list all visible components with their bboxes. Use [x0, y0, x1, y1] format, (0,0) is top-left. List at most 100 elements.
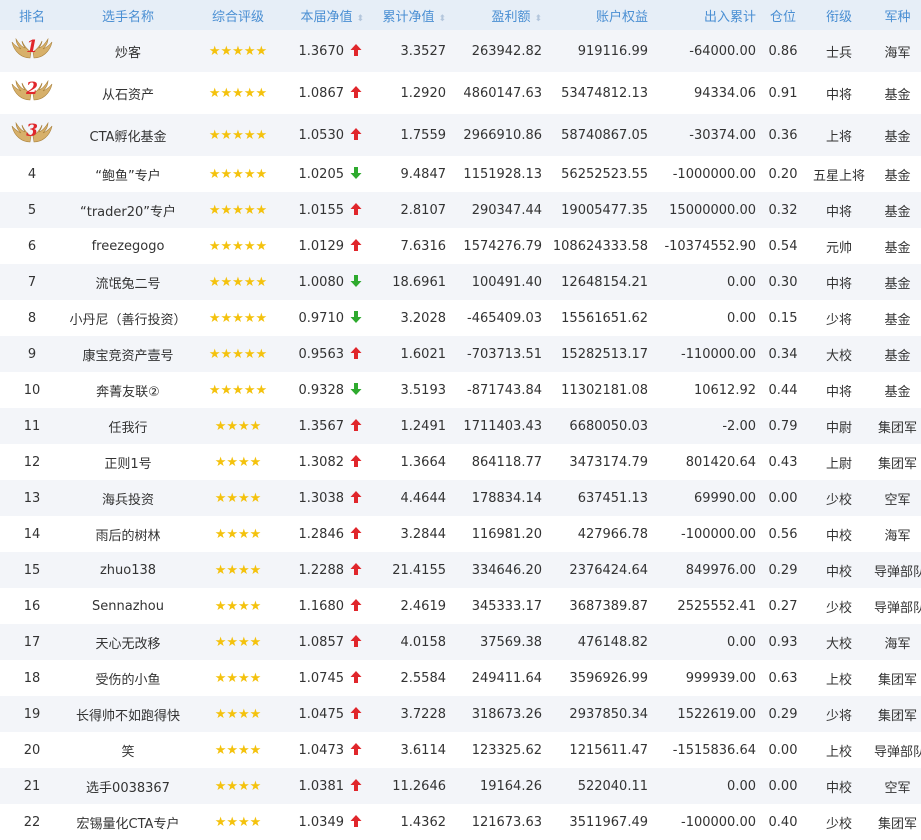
down-arrow-icon — [350, 274, 362, 287]
current-nav-value: 1.1680 — [298, 598, 345, 614]
star-rating-icon: ★★★★★ — [208, 310, 268, 326]
profit-cell: 290347.44 — [471, 202, 542, 218]
player-name[interactable]: 奔菁友联② — [64, 372, 192, 408]
player-name[interactable]: 流氓兔二号 — [64, 264, 192, 300]
current-nav-cell: 1.2846 — [284, 516, 370, 552]
title-cell: 少校 — [825, 816, 852, 832]
table-row[interactable]: 19 长得帅不如跑得快 ★★★★ 1.0475 3.7228 318673.26 29378… — [0, 696, 921, 732]
rank-number: 14 — [23, 526, 41, 542]
cumulative-nav-cell: 9.4847 — [400, 166, 447, 182]
player-name[interactable]: “trader20”专户 — [64, 192, 192, 228]
cumulative-nav-cell: 2.5584 — [400, 670, 447, 686]
player-name[interactable]: 天心无改移 — [64, 624, 192, 660]
player-name[interactable]: 雨后的树林 — [64, 516, 192, 552]
player-name[interactable]: 任我行 — [64, 408, 192, 444]
star-rating-icon: ★★★★★ — [208, 238, 268, 254]
current-nav-value: 1.0475 — [298, 706, 345, 722]
player-name[interactable]: “鲍鱼”专户 — [64, 156, 192, 192]
table-row[interactable]: 13 海兵投资 ★★★★ 1.3038 4.4644 178834.14 637451.13… — [0, 480, 921, 516]
current-nav-cell: 1.0867 — [284, 72, 370, 114]
table-row[interactable]: 7 流氓兔二号 ★★★★★ 1.0080 18.6961 100491.40 1264815… — [0, 264, 921, 300]
rating-cell: ★★★★★ — [192, 300, 284, 336]
player-name[interactable]: 小丹尼（善行投资） — [64, 300, 192, 336]
player-name[interactable]: 康宝竞资产壹号 — [64, 336, 192, 372]
table-row[interactable]: 17 天心无改移 ★★★★ 1.0857 4.0158 37569.38 476148.82… — [0, 624, 921, 660]
table-row[interactable]: 6 freezegogo ★★★★★ 1.0129 7.6316 1574276.79 10… — [0, 228, 921, 264]
position-cell: 0.34 — [768, 346, 798, 362]
position-cell: 0.54 — [768, 238, 798, 254]
table-row[interactable]: 3 CTA孵化基金 ★★★★★ 1.0530 1.7559 2966910.86 58740… — [0, 114, 921, 156]
rank-cell: 20 — [0, 732, 64, 768]
player-name[interactable]: 选手0038367 — [64, 768, 192, 804]
table-row[interactable]: 9 康宝竞资产壹号 ★★★★★ 0.9563 1.6021 -703713.51 15282… — [0, 336, 921, 372]
in-out-cell: -110000.00 — [681, 346, 756, 362]
table-header-row: 排名 选手名称 综合评级 本届净值 ⬍ 累计净值 ⬍ 盈利额 ⬍ 账户权益 出入累计 … — [0, 0, 921, 30]
title-cell: 中将 — [825, 276, 852, 292]
rating-cell: ★★★★ — [192, 768, 284, 804]
table-row[interactable]: 10 奔菁友联② ★★★★★ 0.9328 3.5193 -871743.84 113021… — [0, 372, 921, 408]
table-row[interactable]: 12 正则1号 ★★★★ 1.3082 1.3664 864118.77 3473174.7… — [0, 444, 921, 480]
player-name[interactable]: CTA孵化基金 — [64, 114, 192, 156]
title-cell: 中尉 — [825, 420, 852, 436]
table-row[interactable]: 8 小丹尼（善行投资） ★★★★★ 0.9710 3.2028 -465409.03 155… — [0, 300, 921, 336]
medal-rank-number: 3 — [26, 121, 38, 141]
header-current-nav-sort[interactable]: 本届净值 ⬍ — [284, 0, 370, 30]
table-row[interactable]: 1 炒客 ★★★★★ 1.3670 3.3527 263942.82 919116.99 -6… — [0, 30, 921, 72]
player-name[interactable]: 从石资产 — [64, 72, 192, 114]
in-out-cell: 0.00 — [727, 634, 756, 650]
table-row[interactable]: 4 “鲍鱼”专户 ★★★★★ 1.0205 9.4847 1151928.13 562525… — [0, 156, 921, 192]
table-row[interactable]: 16 Sennazhou ★★★★ 1.1680 2.4619 345333.17 3687… — [0, 588, 921, 624]
current-nav-value: 1.0530 — [298, 127, 345, 143]
table-row[interactable]: 2 从石资产 ★★★★★ 1.0867 1.2920 4860147.63 53474812… — [0, 72, 921, 114]
table-row[interactable]: 15 zhuo138 ★★★★ 1.2288 21.4155 334646.20 23764… — [0, 552, 921, 588]
in-out-cell: 801420.64 — [685, 454, 756, 470]
current-nav-cell: 1.3567 — [284, 408, 370, 444]
header-cumulative-nav-sort[interactable]: 累计净值 ⬍ — [370, 0, 452, 30]
star-rating-icon: ★★★★ — [214, 742, 262, 758]
player-name[interactable]: 宏锡量化CTA专户 — [64, 804, 192, 840]
header-profit-sort[interactable]: 盈利额 ⬍ — [452, 0, 548, 30]
player-name[interactable]: 长得帅不如跑得快 — [64, 696, 192, 732]
up-arrow-icon — [350, 778, 362, 791]
table-row[interactable]: 22 宏锡量化CTA专户 ★★★★ 1.0349 1.4362 121673.63 3511… — [0, 804, 921, 840]
player-name[interactable]: Sennazhou — [64, 588, 192, 624]
table-row[interactable]: 20 笑 ★★★★ 1.0473 3.6114 123325.62 1215611.47 -1… — [0, 732, 921, 768]
equity-cell: 6680050.03 — [569, 418, 648, 434]
table-row[interactable]: 21 选手0038367 ★★★★ 1.0381 11.2646 19164.26 5220… — [0, 768, 921, 804]
rank-number: 18 — [23, 670, 41, 686]
up-arrow-icon — [350, 418, 362, 431]
player-name[interactable]: 受伤的小鱼 — [64, 660, 192, 696]
current-nav-value: 1.0745 — [298, 670, 345, 686]
profit-cell: 100491.40 — [471, 274, 542, 290]
equity-cell: 1215611.47 — [569, 742, 648, 758]
player-name[interactable]: 炒客 — [64, 30, 192, 72]
in-out-cell: 0.00 — [727, 778, 756, 794]
star-rating-icon: ★★★★ — [214, 526, 262, 542]
up-arrow-icon — [350, 43, 362, 56]
player-name[interactable]: freezegogo — [64, 228, 192, 264]
position-cell: 0.86 — [768, 43, 798, 59]
rank-cell: 19 — [0, 696, 64, 732]
rank-number: 5 — [27, 202, 37, 218]
current-nav-value: 1.0867 — [298, 85, 345, 101]
up-arrow-icon — [350, 85, 362, 98]
cumulative-nav-cell: 3.6114 — [400, 742, 447, 758]
player-name[interactable]: zhuo138 — [64, 552, 192, 588]
cumulative-nav-cell: 4.4644 — [400, 490, 447, 506]
table-row[interactable]: 14 雨后的树林 ★★★★ 1.2846 3.2844 116981.20 427966.7… — [0, 516, 921, 552]
player-name[interactable]: 海兵投资 — [64, 480, 192, 516]
title-cell: 少将 — [825, 708, 852, 724]
profit-cell: -465409.03 — [467, 310, 542, 326]
player-name[interactable]: 正则1号 — [64, 444, 192, 480]
cumulative-nav-cell: 3.2028 — [400, 310, 447, 326]
branch-cell: 导弹部队 — [874, 744, 921, 760]
player-name[interactable]: 笑 — [64, 732, 192, 768]
rank-number: 7 — [27, 274, 37, 290]
star-rating-icon: ★★★★★ — [208, 382, 268, 398]
table-body: 1 炒客 ★★★★★ 1.3670 3.3527 263942.82 919116.99 -6… — [0, 30, 921, 840]
branch-cell: 集团军 — [877, 456, 917, 472]
table-row[interactable]: 18 受伤的小鱼 ★★★★ 1.0745 2.5584 249411.64 3596926.… — [0, 660, 921, 696]
in-out-cell: 1522619.00 — [677, 706, 756, 722]
table-row[interactable]: 11 任我行 ★★★★ 1.3567 1.2491 1711403.43 6680050.0… — [0, 408, 921, 444]
table-row[interactable]: 5 “trader20”专户 ★★★★★ 1.0155 2.8107 290347.44 1… — [0, 192, 921, 228]
